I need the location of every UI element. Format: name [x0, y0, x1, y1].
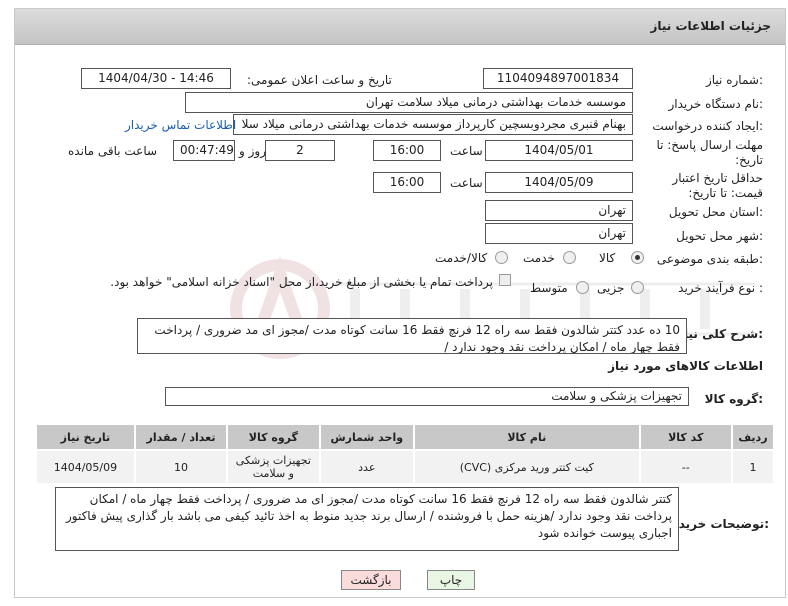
- announce-date-field: 1404/04/30 - 14:46: [81, 68, 231, 89]
- print-button[interactable]: چاپ: [427, 570, 475, 590]
- col-qty-header: تعداد / مقدار: [133, 423, 229, 451]
- cell-qty: 10: [133, 449, 229, 485]
- table-row: 1 -- کیت کتتر ورید مرکزی (CVC) عدد تجهیز…: [35, 449, 776, 485]
- buyer-notes-label: توضیحات خریدار:: [667, 517, 769, 531]
- description-label: شرح کلی نیاز:: [677, 327, 763, 341]
- city-field: تهران: [485, 223, 633, 244]
- category-option-goods: کالا: [599, 251, 616, 265]
- reply-deadline-label: مهلت ارسال پاسخ: تا تاریخ:: [656, 138, 763, 167]
- creator-label: ایجاد کننده درخواست:: [652, 119, 763, 133]
- col-date-header: تاریخ نیاز: [35, 423, 136, 451]
- reply-date-field: 1404/05/01: [485, 140, 633, 161]
- creator-field: بهنام قنبری مجردوبسچین کارپرداز موسسه خد…: [233, 114, 633, 135]
- validity-time-label: ساعت: [450, 176, 483, 190]
- buyer-org-label: نام دستگاه خریدار:: [668, 97, 764, 111]
- province-field: تهران: [485, 200, 633, 221]
- announce-date-label: تاریخ و ساعت اعلان عمومی:: [247, 73, 392, 87]
- category-radio-goods-service[interactable]: [495, 251, 508, 264]
- process-radio-medium[interactable]: [576, 281, 589, 294]
- buyer-org-field: موسسه خدمات بهداشتی درمانی میلاد سلامت ت…: [185, 92, 633, 113]
- buyer-contact-link[interactable]: اطلاعات تماس خریدار: [125, 118, 236, 132]
- process-option-medium: متوسط: [530, 281, 568, 295]
- col-name-header: نام کالا: [413, 423, 641, 451]
- category-radio-goods[interactable]: [631, 251, 644, 264]
- cell-unit: عدد: [318, 449, 416, 485]
- goods-group-label: گروه کالا:: [704, 392, 763, 406]
- col-group-header: گروه کالا: [226, 423, 321, 451]
- need-number-field: 1104094897001834: [483, 68, 633, 89]
- process-option-minor: جزیی: [597, 281, 625, 295]
- category-option-service: خدمت: [523, 251, 555, 265]
- back-button[interactable]: بازگشت: [341, 570, 401, 590]
- validity-date-field: 1404/05/09: [485, 172, 633, 193]
- goods-info-title: اطلاعات کالاهای مورد نیاز: [608, 359, 763, 373]
- days-label: روز و: [239, 144, 266, 158]
- table-header-row: ردیف کد کالا نام کالا واحد شمارش گروه کا…: [35, 423, 776, 451]
- category-radio-service[interactable]: [563, 251, 576, 264]
- details-panel: جزئیات اطلاعات نیاز شماره نیاز: 11040948…: [14, 8, 786, 598]
- need-number-label: شماره نیاز:: [705, 73, 763, 87]
- col-unit-header: واحد شمارش: [318, 423, 416, 451]
- days-field: 2: [265, 140, 335, 161]
- category-label: طبقه بندی موضوعی:: [656, 252, 763, 266]
- cell-group: تجهیزات پزشکی و سلامت: [226, 449, 321, 485]
- remaining-time-label: ساعت باقی مانده: [68, 144, 158, 158]
- col-row-header: ردیف: [730, 423, 776, 451]
- treasury-payment-checkbox[interactable]: [499, 274, 511, 286]
- validity-time-field: 16:00: [373, 172, 441, 193]
- process-radio-minor[interactable]: [631, 281, 644, 294]
- panel-title: جزئیات اطلاعات نیاز: [650, 19, 771, 33]
- cell-row: 1: [730, 449, 776, 485]
- cell-name: کیت کتتر ورید مرکزی (CVC): [413, 449, 641, 485]
- process-label: نوع فرآیند خرید :: [678, 281, 763, 295]
- price-validity-label: حداقل تاریخ اعتبار قیمت: تا تاریخ:: [672, 171, 763, 200]
- reply-time-field: 16:00: [373, 140, 441, 161]
- remaining-time-field: 00:47:49: [173, 140, 235, 161]
- reply-time-label: ساعت: [450, 144, 483, 158]
- city-label: شهر محل تحویل:: [676, 229, 763, 243]
- province-label: استان محل تحویل:: [668, 205, 763, 219]
- items-table: ردیف کد کالا نام کالا واحد شمارش گروه کا…: [35, 423, 776, 485]
- goods-group-field: تجهیزات پزشکی و سلامت: [165, 387, 689, 406]
- category-option-goods-service: کالا/خدمت: [435, 251, 488, 265]
- col-code-header: کد کالا: [638, 423, 733, 451]
- buyer-notes-textarea: کتتر شالدون فقط سه راه 12 فرنچ فقط 16 سا…: [55, 487, 679, 551]
- cell-code: --: [638, 449, 733, 485]
- cell-date: 1404/05/09: [35, 449, 136, 485]
- panel-header: جزئیات اطلاعات نیاز: [15, 9, 785, 45]
- description-textarea: 10 ده عدد کتتر شالدون فقط سه راه 12 فرنچ…: [137, 318, 687, 354]
- payment-note: پرداخت تمام یا بخشی از مبلغ خرید،از محل …: [110, 275, 493, 289]
